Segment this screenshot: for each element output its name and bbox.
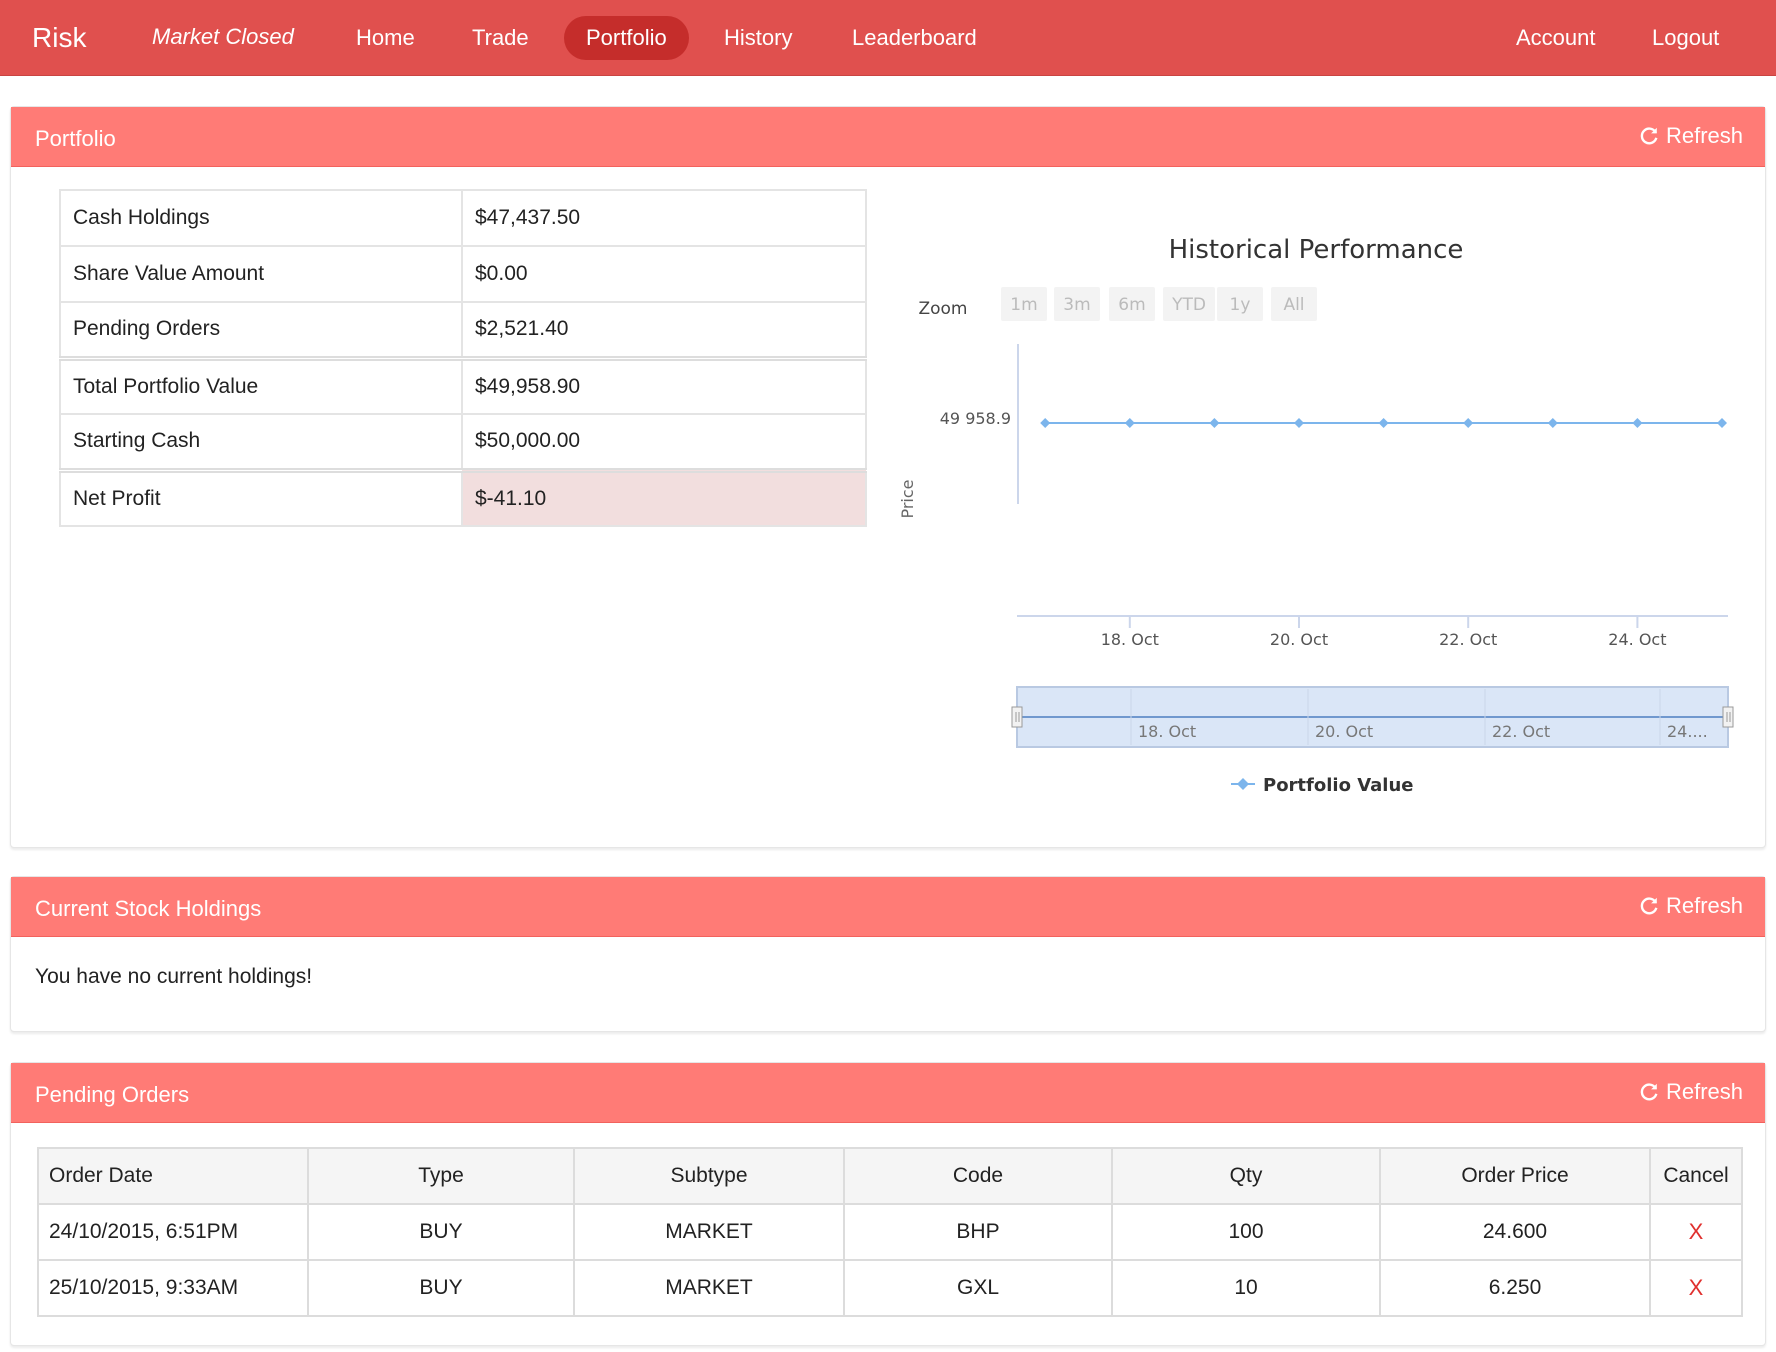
navigator-right-handle[interactable]: [1722, 706, 1734, 728]
pending-orders-panel: Pending Orders Refresh Order Date Type S…: [10, 1062, 1766, 1346]
order-subtype: MARKET: [573, 1203, 845, 1261]
no-holdings-message: You have no current holdings!: [35, 965, 313, 988]
cancel-order-button[interactable]: X: [1689, 1275, 1704, 1300]
table-row: 25/10/2015, 9:33AM BUY MARKET GXL 10 6.2…: [37, 1259, 1743, 1317]
data-point[interactable]: [1294, 418, 1304, 428]
order-date: 24/10/2015, 6:51PM: [37, 1203, 309, 1261]
navigator-left-handle[interactable]: [1011, 706, 1023, 728]
data-point[interactable]: [1378, 418, 1389, 428]
x-tick-label: 18. Oct: [1101, 630, 1159, 649]
data-point[interactable]: [1632, 418, 1643, 428]
zoom-button-label: 6m: [1118, 295, 1145, 315]
zoom-button-label: 3m: [1063, 295, 1090, 315]
x-tick-label: 24. Oct: [1608, 630, 1666, 649]
zoom-label: Zoom: [918, 299, 967, 319]
pending-orders-panel-title: Pending Orders: [35, 1082, 190, 1107]
table-header-row: Order Date Type Subtype Code Qty Order P…: [37, 1147, 1743, 1205]
nav-history[interactable]: History: [702, 16, 814, 60]
cancel-order-cell: X: [1649, 1259, 1743, 1317]
order-price: 6.250: [1379, 1259, 1651, 1317]
order-code: BHP: [843, 1203, 1113, 1261]
nav-portfolio[interactable]: Portfolio: [564, 16, 689, 60]
holdings-panel: Current Stock Holdings Refresh You have …: [10, 876, 1766, 1032]
navigator-label: 20. Oct: [1315, 722, 1373, 741]
table-row: 24/10/2015, 6:51PM BUY MARKET BHP 100 24…: [37, 1203, 1743, 1261]
col-code[interactable]: Code: [843, 1147, 1113, 1205]
nav-logout[interactable]: Logout: [1630, 16, 1741, 60]
zoom-button-label: 1m: [1010, 295, 1037, 315]
col-qty[interactable]: Qty: [1111, 1147, 1381, 1205]
zoom-button-label: 1y: [1230, 295, 1251, 315]
col-order-price[interactable]: Order Price: [1379, 1147, 1651, 1205]
order-subtype: MARKET: [573, 1259, 845, 1317]
data-point[interactable]: [1463, 418, 1474, 428]
nav-trade[interactable]: Trade: [450, 16, 551, 60]
cancel-order-button[interactable]: X: [1689, 1219, 1704, 1244]
data-point[interactable]: [1040, 418, 1051, 428]
cancel-order-cell: X: [1649, 1203, 1743, 1261]
navigator-label: 24....: [1667, 722, 1708, 741]
holdings-panel-title: Current Stock Holdings: [35, 896, 262, 921]
y-tick-label: 49 958.9: [940, 409, 1011, 428]
nav-account[interactable]: Account: [1494, 16, 1618, 60]
pending-orders-table: Order Date Type Subtype Code Qty Order P…: [37, 1147, 1743, 1317]
col-cancel: Cancel: [1649, 1147, 1743, 1205]
chart-title: Historical Performance: [1169, 235, 1464, 265]
top-navbar: Risk Market Closed Home Trade Portfolio …: [0, 0, 1776, 76]
holdings-refresh-label: Refresh: [1665, 893, 1743, 918]
col-order-date[interactable]: Order Date: [37, 1147, 309, 1205]
x-tick-label: 20. Oct: [1270, 630, 1328, 649]
data-point[interactable]: [1547, 418, 1558, 428]
col-type[interactable]: Type: [307, 1147, 575, 1205]
market-status: Market Closed: [152, 24, 294, 49]
order-price: 24.600: [1379, 1203, 1651, 1261]
data-point[interactable]: [1209, 418, 1220, 428]
portfolio-panel: Portfolio Refresh Cash Holdings $47,437.…: [10, 106, 1766, 848]
x-tick-label: 22. Oct: [1439, 630, 1497, 649]
nav-leaderboard[interactable]: Leaderboard: [830, 16, 999, 60]
navigator-label: 22. Oct: [1492, 722, 1550, 741]
refresh-icon: [1640, 897, 1658, 915]
chart-legend[interactable]: Portfolio Value: [1231, 775, 1414, 796]
order-qty: 100: [1111, 1203, 1381, 1261]
zoom-button-label: All: [1283, 295, 1304, 315]
holdings-refresh-button[interactable]: Refresh: [1638, 893, 1743, 919]
historical-performance-chart[interactable]: Historical Performance Zoom 1m 3m 6m YTD 1y A…: [11, 107, 1767, 849]
x-axis-ticks: 18. Oct 20. Oct 22. Oct 24. Oct: [1101, 616, 1667, 649]
legend-marker: [1237, 778, 1249, 790]
nav-home[interactable]: Home: [334, 16, 437, 60]
data-point[interactable]: [1124, 418, 1135, 428]
brand-logo[interactable]: Risk: [32, 22, 86, 54]
pending-orders-panel-heading: Pending Orders Refresh: [11, 1063, 1765, 1123]
y-axis-label: Price: [898, 479, 917, 518]
order-qty: 10: [1111, 1259, 1381, 1317]
data-point[interactable]: [1717, 418, 1727, 428]
holdings-panel-heading: Current Stock Holdings Refresh: [11, 877, 1765, 937]
pending-orders-refresh-label: Refresh: [1665, 1079, 1743, 1104]
refresh-icon: [1640, 1083, 1658, 1101]
legend-label: Portfolio Value: [1263, 775, 1414, 796]
col-subtype[interactable]: Subtype: [573, 1147, 845, 1205]
order-date: 25/10/2015, 9:33AM: [37, 1259, 309, 1317]
order-type: BUY: [307, 1259, 575, 1317]
zoom-button-label: YTD: [1171, 295, 1206, 315]
order-type: BUY: [307, 1203, 575, 1261]
order-code: GXL: [843, 1259, 1113, 1317]
zoom-button-group: 1m 3m 6m YTD 1y All: [1001, 287, 1317, 321]
navigator-label: 18. Oct: [1138, 722, 1196, 741]
pending-orders-refresh-button[interactable]: Refresh: [1638, 1079, 1743, 1105]
